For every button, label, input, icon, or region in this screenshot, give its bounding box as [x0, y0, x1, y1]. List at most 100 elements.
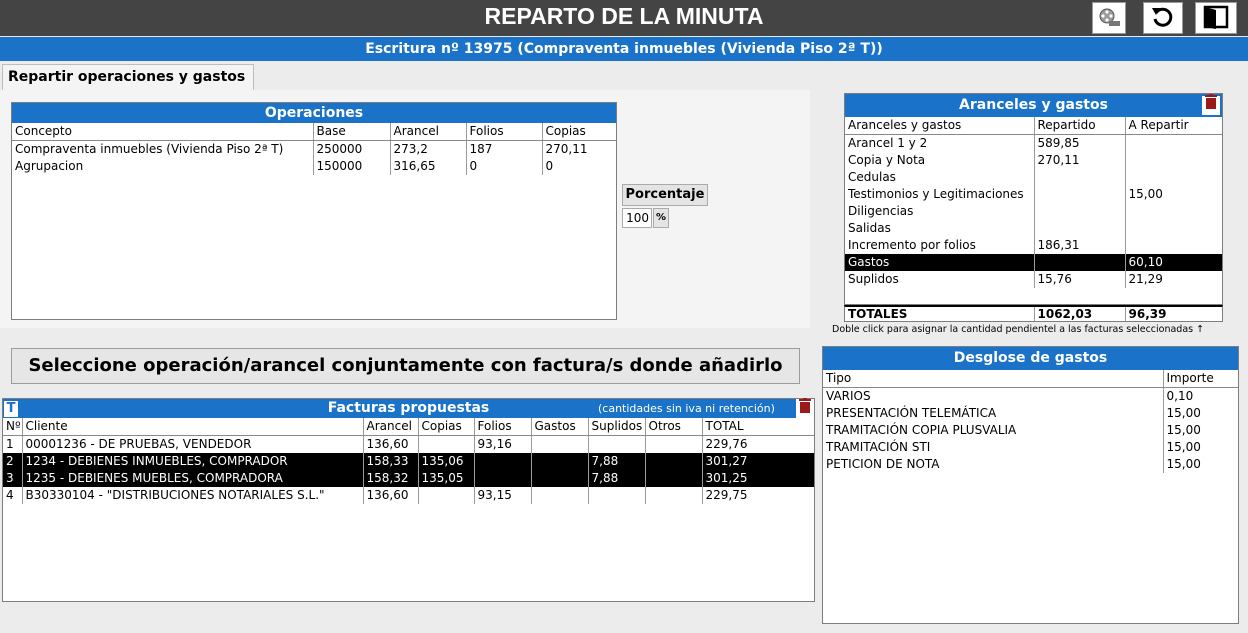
trash-icon	[1205, 94, 1217, 117]
table-row[interactable]: Cedulas	[845, 169, 1222, 186]
table-cell: 273,2	[389, 140, 466, 158]
table-cell: 1235 - DEBIENES MUEBLES, COMPRADORA	[21, 470, 363, 487]
column-header[interactable]: Concepto	[12, 123, 313, 141]
totals-label: TOTALES	[848, 307, 908, 321]
porcentaje-input[interactable]	[622, 208, 652, 228]
column-header[interactable]: Base	[312, 123, 390, 141]
table-cell: VARIOS	[826, 389, 871, 403]
percent-button[interactable]: %	[653, 208, 669, 228]
table-cell: Diligencias	[848, 204, 914, 218]
table-cell	[1033, 203, 1125, 220]
column-header[interactable]: Arancel	[362, 418, 418, 436]
table-row[interactable]: PETICION DE NOTA 15,00	[823, 456, 1238, 473]
table-row[interactable]: Arancel 1 y 2 589,85	[845, 134, 1222, 152]
table-cell: 15,00	[1162, 439, 1238, 456]
table-cell: 301,25	[701, 470, 814, 487]
column-header[interactable]: Folios	[473, 418, 531, 436]
aranceles-hint: Doble click para asignar la cantidad pen…	[832, 324, 1205, 335]
table-cell: 250000	[312, 140, 390, 158]
table-cell	[417, 487, 474, 504]
table-cell: 589,85	[1033, 134, 1125, 152]
table-row[interactable]: Testimonios y Legitimaciones 15,00	[845, 186, 1222, 203]
desglose-panel: Desglose de gastos Tipo Importe VARIOS 0,1…	[822, 346, 1239, 624]
select-operation-button[interactable]: Seleccione operación/arancel conjuntamen…	[11, 348, 800, 384]
tab-repartir[interactable]: Repartir operaciones y gastos	[2, 64, 254, 90]
table-row[interactable]: 4 B30330104 - "DISTRIBUCIONES NOTARIALES …	[3, 487, 814, 504]
table-row[interactable]: Incremento por folios 186,31	[845, 237, 1222, 254]
facturas-table: Nº Cliente Arancel Copias Folios Gastos Suplid…	[3, 418, 814, 504]
column-header[interactable]: Gastos	[530, 418, 588, 436]
column-header[interactable]: Nº	[3, 418, 22, 436]
table-row[interactable]: 2 1234 - DEBIENES INMUEBLES, COMPRADOR 158…	[3, 453, 814, 470]
table-cell: 229,75	[701, 487, 814, 504]
table-row[interactable]: TRAMITACIÓN STI 15,00	[823, 439, 1238, 456]
refresh-button[interactable]	[1143, 2, 1183, 34]
facturas-delete-button[interactable]	[796, 398, 814, 418]
table-row[interactable]: TRAMITACIÓN COPIA PLUSVALIA 15,00	[823, 422, 1238, 439]
t-icon[interactable]: T	[4, 401, 18, 417]
column-header[interactable]: Copias	[417, 418, 474, 436]
column-header[interactable]: Arancel	[389, 123, 466, 141]
table-cell	[1124, 203, 1222, 220]
table-row[interactable]: PRESENTACIÓN TELEMÁTICA 15,00	[823, 405, 1238, 422]
aranceles-title: Aranceles y gastos	[959, 97, 1108, 113]
table-cell: 0	[465, 158, 542, 175]
table-cell: 4	[6, 488, 14, 502]
column-header[interactable]: Otros	[644, 418, 702, 436]
table-cell: 15,00	[1162, 422, 1238, 439]
table-cell	[644, 487, 702, 504]
aranceles-table: Aranceles y gastos Repartido A Repartir Ar…	[845, 117, 1222, 288]
column-header[interactable]: Folios	[465, 123, 542, 141]
table-cell: Agrupacion	[15, 159, 84, 173]
totals-repartido: 1062,03	[1033, 307, 1125, 321]
table-cell	[530, 435, 588, 453]
table-cell: Incremento por folios	[848, 238, 976, 252]
table-cell	[1033, 186, 1125, 203]
table-cell	[473, 453, 531, 470]
table-row[interactable]: Gastos 60,10	[845, 254, 1222, 271]
column-header[interactable]: Copias	[541, 123, 616, 141]
desglose-table: Tipo Importe VARIOS 0,10 PRESENTACIÓN TELEM…	[823, 370, 1238, 473]
table-cell: 1234 - DEBIENES INMUEBLES, COMPRADOR	[21, 453, 363, 470]
table-cell: 229,76	[701, 435, 814, 453]
aranceles-delete-button[interactable]	[1202, 94, 1220, 117]
table-row[interactable]: Suplidos 15,76 21,29	[845, 271, 1222, 288]
table-row[interactable]: Copia y Nota 270,11	[845, 152, 1222, 169]
film-button[interactable]	[1092, 2, 1126, 34]
column-header[interactable]: Suplidos	[587, 418, 645, 436]
table-cell: TRAMITACIÓN COPIA PLUSVALIA	[826, 423, 1017, 437]
column-header[interactable]: TOTAL	[701, 418, 814, 436]
table-row[interactable]: Agrupacion 150000 316,65 0 0	[12, 158, 616, 175]
document-subtitle: Escritura nº 13975 (Compraventa inmueble…	[0, 37, 1248, 61]
column-header[interactable]: Aranceles y gastos	[845, 117, 1034, 135]
table-cell: Cedulas	[848, 170, 896, 184]
column-header[interactable]: Tipo	[823, 370, 1163, 388]
table-cell: Testimonios y Legitimaciones	[848, 187, 1024, 201]
table-cell: 3	[3, 470, 22, 487]
table-cell: 187	[465, 140, 542, 158]
table-row[interactable]: 3 1235 - DEBIENES MUEBLES, COMPRADORA 158,…	[3, 470, 814, 487]
column-header[interactable]: Repartido	[1033, 117, 1125, 135]
aranceles-totals: TOTALES 1062,03 96,39	[844, 305, 1223, 322]
porcentaje-label: Porcentaje	[622, 184, 708, 206]
table-cell: Copia y Nota	[848, 153, 926, 167]
exit-button[interactable]	[1195, 2, 1237, 34]
table-row[interactable]: Compraventa inmuebles (Vivienda Piso 2ª …	[12, 140, 616, 158]
table-cell: 301,27	[701, 453, 814, 470]
operaciones-table: Concepto Base Arancel Folios Copias Comprave…	[12, 123, 616, 175]
table-row[interactable]: Diligencias	[845, 203, 1222, 220]
table-cell	[587, 487, 645, 504]
column-header[interactable]: A Repartir	[1124, 117, 1222, 135]
table-cell: 15,00	[1124, 186, 1222, 203]
column-header[interactable]: Cliente	[21, 418, 363, 436]
table-cell	[644, 470, 702, 487]
table-row[interactable]: VARIOS 0,10	[823, 387, 1238, 405]
table-cell: 136,60	[362, 435, 418, 453]
table-cell: B30330104 - "DISTRIBUCIONES NOTARIALES S…	[21, 487, 363, 504]
operaciones-title: Operaciones	[12, 103, 616, 123]
exit-door-icon	[1202, 4, 1230, 33]
table-row[interactable]: Salidas	[845, 220, 1222, 237]
table-row[interactable]: 1 00001236 - DE PRUEBAS, VENDEDOR 136,60 93…	[3, 435, 814, 453]
column-header[interactable]: Importe	[1162, 370, 1238, 388]
table-cell: 93,16	[473, 435, 531, 453]
